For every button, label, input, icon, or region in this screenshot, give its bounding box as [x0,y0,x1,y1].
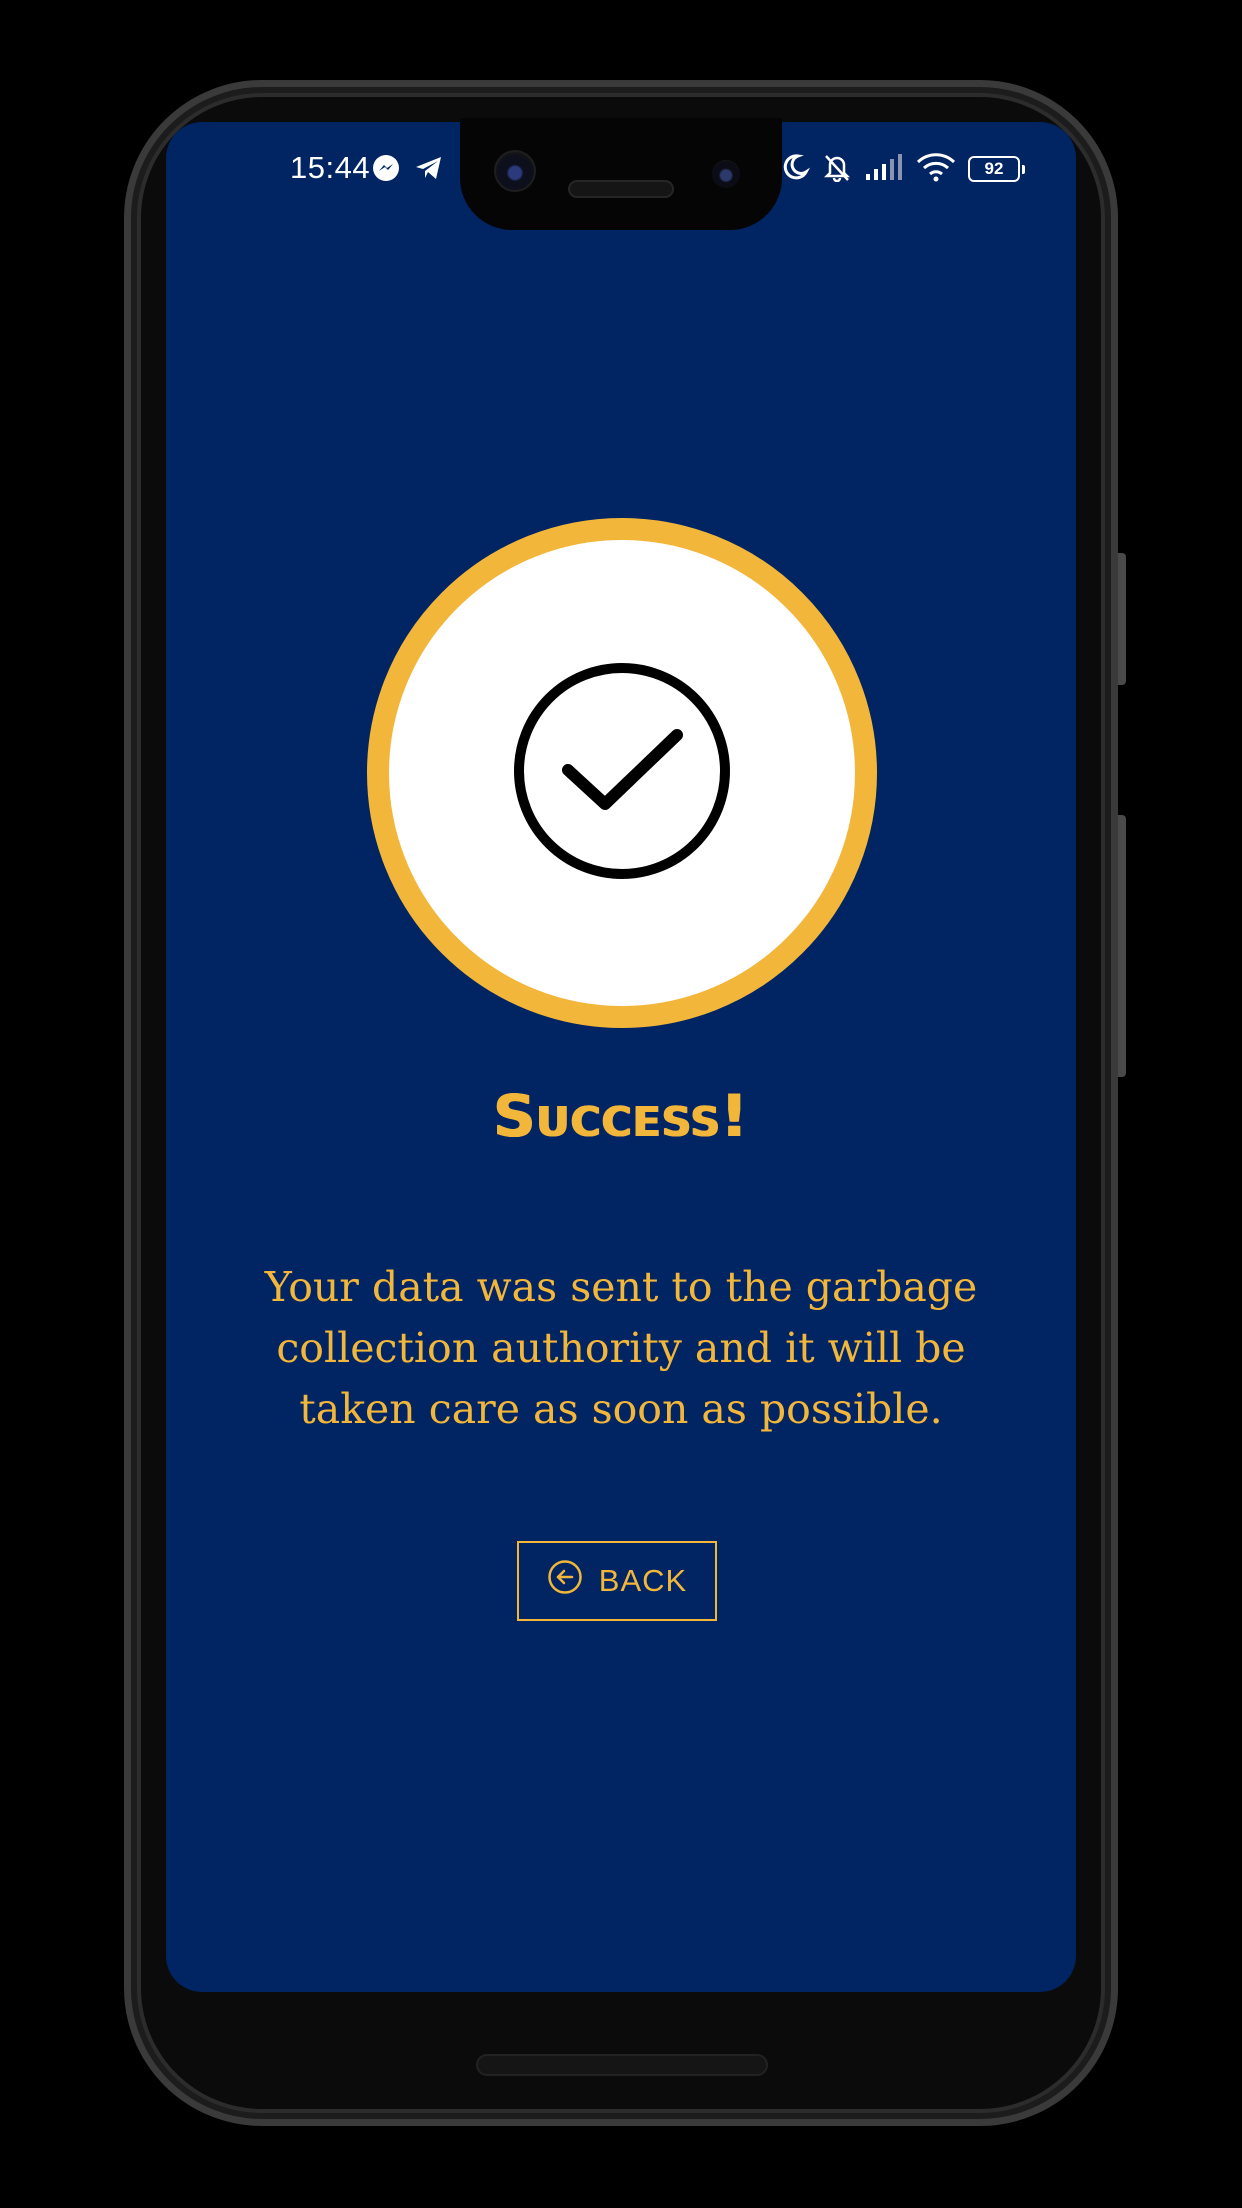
front-sensor [712,160,740,188]
status-time: 15:44 [290,150,371,185]
device-mockup: 15:44 92 Success! Your data was sent to … [0,0,1242,2208]
app-screen: 15:44 92 Success! Your data was sent to … [166,122,1076,1992]
arrow-left-circle-icon [547,1559,583,1603]
bell-off-icon [822,152,852,186]
telegram-icon [414,155,444,185]
status-right-icons: 92 [780,152,1025,186]
moon-icon [780,152,811,186]
back-button-label: BACK [598,1563,688,1598]
messenger-icon [372,154,400,186]
front-camera [494,150,536,192]
volume-button [1118,815,1126,1077]
success-message: Your data was sent to the garbage collec… [264,1263,978,1433]
battery-icon: 92 [968,156,1025,182]
wifi-icon [916,152,956,186]
status-left-icons [372,154,444,186]
bottom-speaker [476,2054,768,2076]
earpiece-speaker [568,180,674,198]
success-title: Success! [493,1082,749,1150]
power-button [1118,553,1126,685]
signal-icon [864,154,904,184]
back-button[interactable]: BACK [517,1541,717,1621]
check-circle-icon [511,660,733,886]
success-badge [367,518,877,1028]
